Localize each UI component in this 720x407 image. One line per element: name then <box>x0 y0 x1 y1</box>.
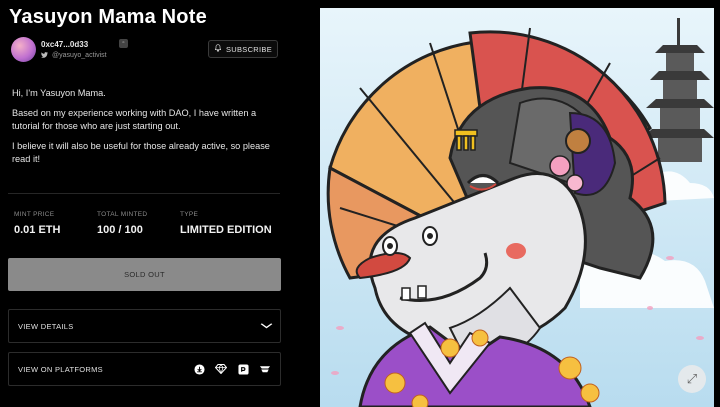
stat-value: 0.01 ETH <box>14 224 61 236</box>
boat-logo-icon[interactable] <box>259 363 271 375</box>
copy-icon[interactable]: ▫ <box>119 39 128 48</box>
geisha-alligator-illustration <box>320 8 714 407</box>
stat-total-minted: TOTAL MINTED 100 / 100 <box>97 211 147 236</box>
chevron-down-icon <box>260 320 273 332</box>
expand-icon[interactable]: ⤢ <box>678 365 706 393</box>
subscribe-label: SUBSCRIBE <box>225 44 273 54</box>
description-paragraph: Based on my experience working with DAO,… <box>12 108 257 131</box>
view-on-platforms-row: VIEW ON PLATFORMS <box>8 352 281 386</box>
handle-text: @yasuyo_activist <box>52 52 107 59</box>
stat-label: MINT PRICE <box>14 211 55 218</box>
gem-icon[interactable] <box>215 363 227 375</box>
sold-out-label: SOLD OUT <box>124 270 165 279</box>
stat-value: LIMITED EDITION <box>180 224 272 236</box>
subscribe-button[interactable]: SUBSCRIBE <box>208 40 278 58</box>
platform-links <box>193 363 271 375</box>
bell-icon <box>214 44 222 54</box>
sold-out-button[interactable]: SOLD OUT <box>8 258 281 291</box>
stat-value: 100 / 100 <box>97 224 143 236</box>
description-paragraph: Hi, I'm Yasuyon Mama. <box>12 88 106 98</box>
download-icon[interactable] <box>193 363 205 375</box>
divider <box>8 193 280 194</box>
twitter-icon <box>41 51 48 60</box>
creator-block[interactable]: 0xc47...0d33 @yasuyo_activist <box>11 37 107 62</box>
page-title: Yasuyon Mama Note <box>9 6 207 28</box>
info-panel: Yasuyon Mama Note 0xc47...0d33 @yasuyo_a… <box>0 0 290 407</box>
nft-artwork[interactable]: ⤢ <box>320 8 714 407</box>
creator-handle-line[interactable]: @yasuyo_activist <box>41 51 107 60</box>
stat-label: TYPE <box>180 211 199 218</box>
creator-address[interactable]: 0xc47...0d33 <box>41 40 107 49</box>
view-on-platforms-label: VIEW ON PLATFORMS <box>18 364 103 374</box>
description: Hi, I'm Yasuyon Mama. Based on my experi… <box>12 87 282 173</box>
stat-type: TYPE LIMITED EDITION <box>180 211 272 236</box>
avatar[interactable] <box>11 37 36 62</box>
view-details-toggle[interactable]: VIEW DETAILS <box>8 309 281 343</box>
stat-mint-price: MINT PRICE 0.01 ETH <box>14 211 60 236</box>
description-paragraph: I believe it will also be useful for tho… <box>12 141 270 164</box>
creator-text: 0xc47...0d33 @yasuyo_activist <box>41 40 107 60</box>
view-details-label: VIEW DETAILS <box>18 321 74 331</box>
square-logo-icon[interactable] <box>237 363 249 375</box>
stat-label: TOTAL MINTED <box>97 211 148 218</box>
